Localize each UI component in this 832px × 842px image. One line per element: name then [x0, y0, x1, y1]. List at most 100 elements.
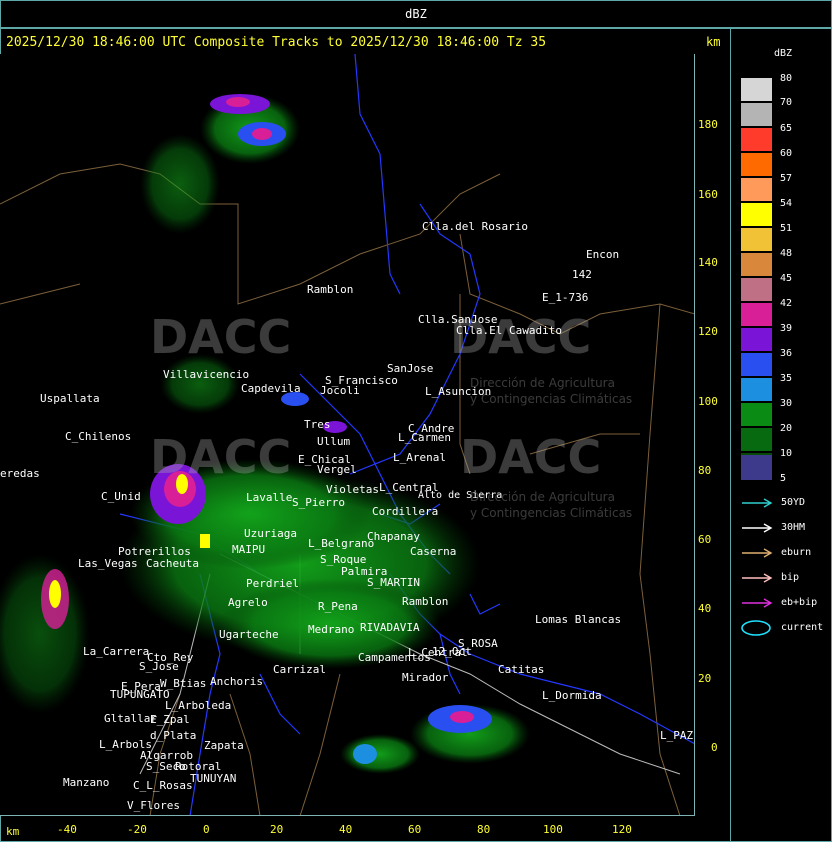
watermark-subtitle-2: y Contingencias Climáticas — [470, 506, 633, 520]
place-label: C_Unid — [101, 490, 141, 503]
place-label: S_Pierro — [292, 496, 345, 509]
place-label: L_Arboleda — [165, 699, 232, 712]
arrow-right-icon — [742, 523, 773, 533]
legend-swatch — [741, 278, 772, 301]
track-label: 30HM — [781, 522, 806, 533]
legend-level-label: 35 — [780, 373, 793, 384]
track-label: 50YD — [781, 497, 806, 508]
x-tick-label: 120 — [612, 823, 632, 836]
place-label: L_Carmen — [398, 431, 451, 444]
place-label: Violetas — [326, 483, 379, 496]
place-label: Uzuriaga — [244, 527, 297, 540]
y-tick-label: 40 — [698, 602, 712, 615]
place-label: Jocoli — [320, 384, 360, 397]
place-label: L_PAZ — [660, 729, 694, 742]
place-label: Chapanay — [367, 530, 420, 543]
x-tick-label: 80 — [477, 823, 491, 836]
watermark-brand: DACC — [150, 310, 292, 364]
legend-swatch — [741, 303, 772, 326]
radar-header: 2025/12/30 18:46:00 UTC Composite Tracks… — [6, 35, 547, 50]
legend-level-label: 54 — [780, 198, 793, 209]
watermark-brand: DACC — [460, 430, 602, 484]
track-label: eburn — [781, 547, 812, 558]
arrow-right-icon — [742, 573, 773, 583]
legend-level-label: 30 — [780, 398, 793, 409]
place-label: Clla.El Cawadito — [456, 324, 562, 337]
x-tick-label: 60 — [408, 823, 422, 836]
place-label: R_Pena — [318, 600, 358, 613]
y-tick-label: 0 — [711, 741, 718, 754]
place-label: Caserna — [410, 545, 457, 558]
place-label: Anchoris — [210, 675, 263, 688]
y-tick-label: 100 — [698, 395, 718, 408]
legend-level-label: 10 — [780, 448, 793, 459]
place-label: Carrizal — [273, 663, 326, 676]
window-titlebar: dBZ — [0, 0, 832, 28]
legend-swatch — [741, 428, 772, 451]
place-label: L_Dormida — [542, 689, 602, 702]
place-label: TUNUYAN — [190, 772, 237, 785]
x-tick-label: -20 — [127, 823, 147, 836]
place-label: Encon — [586, 248, 620, 261]
legend-swatch — [741, 178, 772, 201]
arrow-right-icon — [742, 548, 773, 558]
place-label: Ullum — [317, 435, 351, 448]
y-tick-label: 160 — [698, 188, 718, 201]
legend-level-label: 39 — [780, 323, 793, 334]
legend-swatch — [741, 103, 772, 126]
place-label: La_Carrera — [83, 645, 150, 658]
ellipse-icon — [741, 620, 771, 636]
place-label: Vergel — [317, 463, 357, 476]
place-label: eredas — [0, 467, 40, 480]
place-label: Tres — [304, 418, 331, 431]
legend-level-label: 42 — [780, 298, 793, 309]
place-label: Villavicencio — [163, 368, 250, 381]
place-label: Lavalle — [246, 491, 293, 504]
legend-level-label: 80 — [780, 73, 793, 84]
legend-swatch — [741, 228, 772, 251]
legend-swatch — [741, 353, 772, 376]
legend-swatch — [741, 78, 772, 101]
arrow-right-icon — [742, 598, 773, 608]
legend-level-label: 70 — [780, 97, 793, 108]
y-tick-label: 140 — [698, 256, 718, 269]
place-label: L_Belgrano — [308, 537, 375, 550]
x-tick-label: -40 — [57, 823, 77, 836]
y-tick-label: 80 — [698, 464, 712, 477]
place-label: E_Zpal — [150, 713, 190, 726]
y-tick-label: 120 — [698, 325, 718, 338]
place-label: L_Arenal — [393, 451, 446, 464]
watermark-subtitle-1: Dirección de Agricultura — [470, 376, 615, 390]
place-label: Perdriel — [246, 577, 299, 590]
place-label: Cordillera — [372, 505, 439, 518]
y-tick-label: 60 — [698, 533, 712, 546]
legend-swatch — [741, 328, 772, 351]
place-label: RIVADAVIA — [360, 621, 420, 634]
x-tick-label: 100 — [543, 823, 563, 836]
axis-unit-top: km — [706, 35, 721, 49]
place-label: d_Plata — [150, 729, 197, 742]
legend-level-label: 36 — [780, 348, 793, 359]
watermark-brand: DACC — [150, 430, 292, 484]
legend-title: dBZ — [774, 48, 793, 59]
legend-level-label: 5 — [780, 473, 787, 484]
place-label: Ramblon — [402, 595, 449, 608]
legend-swatch — [741, 455, 772, 480]
watermark-subtitle-2: y Contingencias Climáticas — [470, 392, 633, 406]
place-label: Medrano — [308, 623, 355, 636]
place-label: Agrelo — [228, 596, 268, 609]
window-title: dBZ — [405, 7, 427, 21]
place-label: Lomas Blancas — [535, 613, 622, 626]
place-label: Catitas — [498, 663, 545, 676]
place-label: C_L_Rosas — [133, 779, 193, 792]
place-label: V_Flores — [127, 799, 180, 812]
place-label: E_1-736 — [542, 291, 589, 304]
legend-level-label: 60 — [780, 148, 793, 159]
place-label: L_Asuncion — [425, 385, 492, 398]
place-label: L_Central — [408, 646, 468, 659]
place-label: Mirador — [402, 671, 449, 684]
place-label: Alto de Sierra — [418, 490, 503, 501]
legend-swatch — [741, 128, 772, 151]
place-label: Clla.del Rosario — [422, 220, 528, 233]
place-label: Capdevila — [241, 382, 301, 395]
